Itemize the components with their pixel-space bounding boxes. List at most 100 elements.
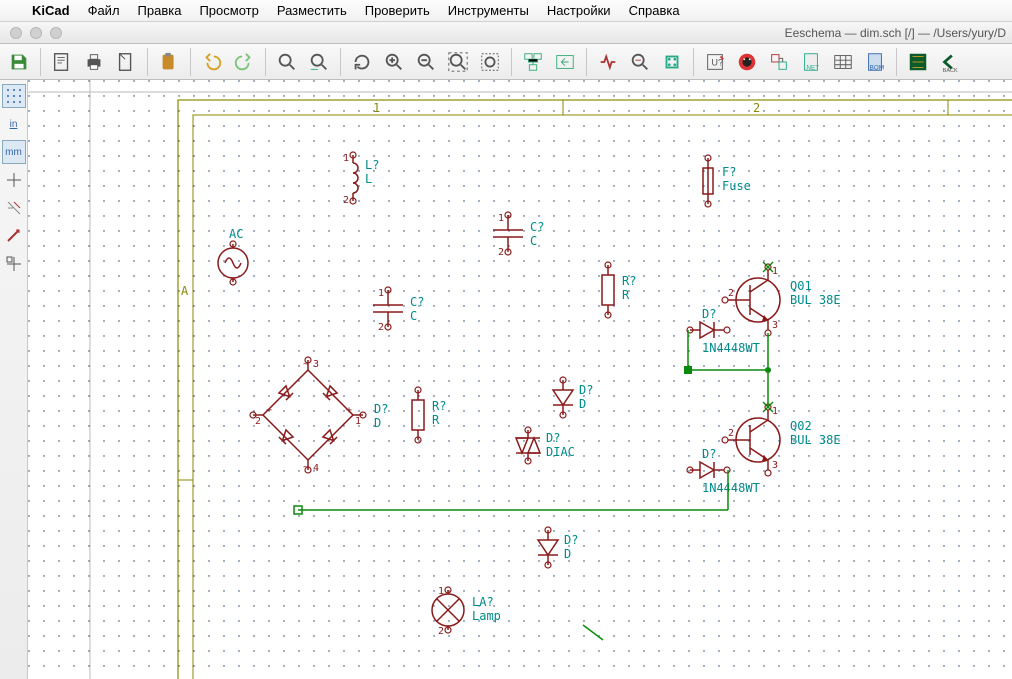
zoom-out-button[interactable] [411, 47, 441, 77]
svg-text:C: C [410, 309, 417, 323]
erc-button[interactable] [732, 47, 762, 77]
svg-text:C?: C? [410, 295, 424, 309]
zoom-in-button[interactable] [379, 47, 409, 77]
paste-button[interactable] [154, 47, 184, 77]
svg-text:R: R [432, 413, 440, 427]
svg-text:2: 2 [255, 416, 261, 427]
svg-text:2: 2 [728, 428, 734, 439]
zoom-window-button[interactable] [50, 27, 62, 39]
svg-text:D?: D? [579, 383, 593, 397]
save-button[interactable] [4, 47, 34, 77]
menu-help[interactable]: Справка [629, 3, 680, 18]
svg-text:BACK: BACK [943, 68, 958, 73]
svg-text:2: 2 [343, 195, 349, 206]
menu-inspect[interactable]: Проверить [365, 3, 430, 18]
window-titlebar: Eeschema — dim.sch [/] — /Users/yury/D [0, 22, 1012, 44]
app-name[interactable]: KiCad [32, 3, 70, 18]
svg-text:D?: D? [564, 533, 578, 547]
svg-text:4: 4 [313, 463, 319, 474]
svg-text:D: D [564, 547, 571, 561]
svg-text:C: C [530, 234, 537, 248]
svg-text:F?: F? [722, 165, 736, 179]
svg-text:−: − [266, 405, 272, 416]
redo-button[interactable] [229, 47, 259, 77]
zoom-fit-button[interactable] [443, 47, 473, 77]
svg-text:1: 1 [355, 416, 361, 427]
close-window-button[interactable] [10, 27, 22, 39]
units-in-button[interactable]: in [2, 112, 26, 136]
window-title: Eeschema — dim.sch [/] — /Users/yury/D [785, 26, 1006, 40]
svg-text:LA?: LA? [472, 595, 494, 609]
zoom-redraw-button[interactable] [347, 47, 377, 77]
svg-text:2: 2 [728, 288, 734, 299]
back-import-button[interactable]: BACK [935, 47, 965, 77]
zoom-selection-button[interactable] [475, 47, 505, 77]
svg-text:AC: AC [229, 227, 243, 241]
minimize-window-button[interactable] [30, 27, 42, 39]
main-toolbar: U? NET BOM BACK [0, 44, 1012, 80]
menu-preferences[interactable]: Настройки [547, 3, 611, 18]
svg-text:D: D [374, 416, 381, 430]
find-button[interactable] [272, 47, 302, 77]
svg-text:2: 2 [753, 101, 760, 115]
svg-text:Fuse: Fuse [722, 179, 751, 193]
svg-text:U?: U? [711, 57, 723, 67]
units-mm-button[interactable]: mm [2, 140, 26, 164]
assign-footprints-button[interactable] [764, 47, 794, 77]
grid-button[interactable] [2, 84, 26, 108]
macos-menubar: KiCad Файл Правка Просмотр Разместить Пр… [0, 0, 1012, 22]
svg-text:~: ~ [303, 359, 309, 370]
netlist-button[interactable]: NET [796, 47, 826, 77]
svg-text:~: ~ [303, 462, 309, 473]
left-toolbar: in mm [0, 80, 28, 679]
menu-tools[interactable]: Инструменты [448, 3, 529, 18]
svg-text:1N4448WT: 1N4448WT [702, 481, 760, 495]
svg-text:R: R [622, 288, 630, 302]
svg-text:DIAC: DIAC [546, 445, 575, 459]
bom-button[interactable]: BOM [860, 47, 890, 77]
hidden-pins-button[interactable] [2, 196, 26, 220]
svg-text:1: 1 [438, 586, 444, 597]
symbol-editor-button[interactable] [593, 47, 623, 77]
bus-direction-button[interactable] [2, 224, 26, 248]
svg-text:L?: L? [365, 158, 379, 172]
print-button[interactable] [79, 47, 109, 77]
schematic-canvas[interactable]: 1 2 A L? L 1 2 [28, 80, 1012, 679]
plot-button[interactable] [111, 47, 141, 77]
svg-text:D?: D? [702, 307, 716, 321]
page-settings-button[interactable] [47, 47, 77, 77]
undo-button[interactable] [197, 47, 227, 77]
svg-text:Q01: Q01 [790, 279, 812, 293]
svg-text:L: L [365, 172, 372, 186]
cursor-shape-button[interactable] [2, 168, 26, 192]
symbol-fields-button[interactable] [828, 47, 858, 77]
menu-edit[interactable]: Правка [138, 3, 182, 18]
browse-libs-button[interactable] [625, 47, 655, 77]
svg-text:1N4448WT: 1N4448WT [702, 341, 760, 355]
svg-text:3: 3 [313, 359, 319, 370]
svg-text:1: 1 [498, 213, 504, 224]
find-replace-button[interactable] [304, 47, 334, 77]
svg-text:BUL 38E: BUL 38E [790, 293, 841, 307]
footprint-editor-button[interactable] [657, 47, 687, 77]
svg-text:D?: D? [546, 431, 560, 445]
svg-text:D: D [579, 397, 586, 411]
svg-text:2: 2 [438, 626, 444, 637]
svg-text:R?: R? [432, 399, 446, 413]
pcb-button[interactable] [903, 47, 933, 77]
svg-text:Lamp: Lamp [472, 609, 501, 623]
hierarchy-button[interactable] [518, 47, 548, 77]
svg-text:BUL 38E: BUL 38E [790, 433, 841, 447]
menu-place[interactable]: Разместить [277, 3, 347, 18]
ltoolbar-last-button[interactable] [2, 252, 26, 276]
svg-text:2: 2 [378, 322, 384, 333]
svg-text:1: 1 [343, 153, 349, 164]
svg-text:NET: NET [806, 64, 819, 71]
svg-text:BOM: BOM [870, 64, 885, 71]
menu-file[interactable]: Файл [88, 3, 120, 18]
svg-text:1: 1 [373, 101, 380, 115]
annotate-button[interactable]: U? [700, 47, 730, 77]
menu-view[interactable]: Просмотр [199, 3, 258, 18]
svg-text:A: A [181, 284, 189, 298]
leave-sheet-button[interactable] [550, 47, 580, 77]
